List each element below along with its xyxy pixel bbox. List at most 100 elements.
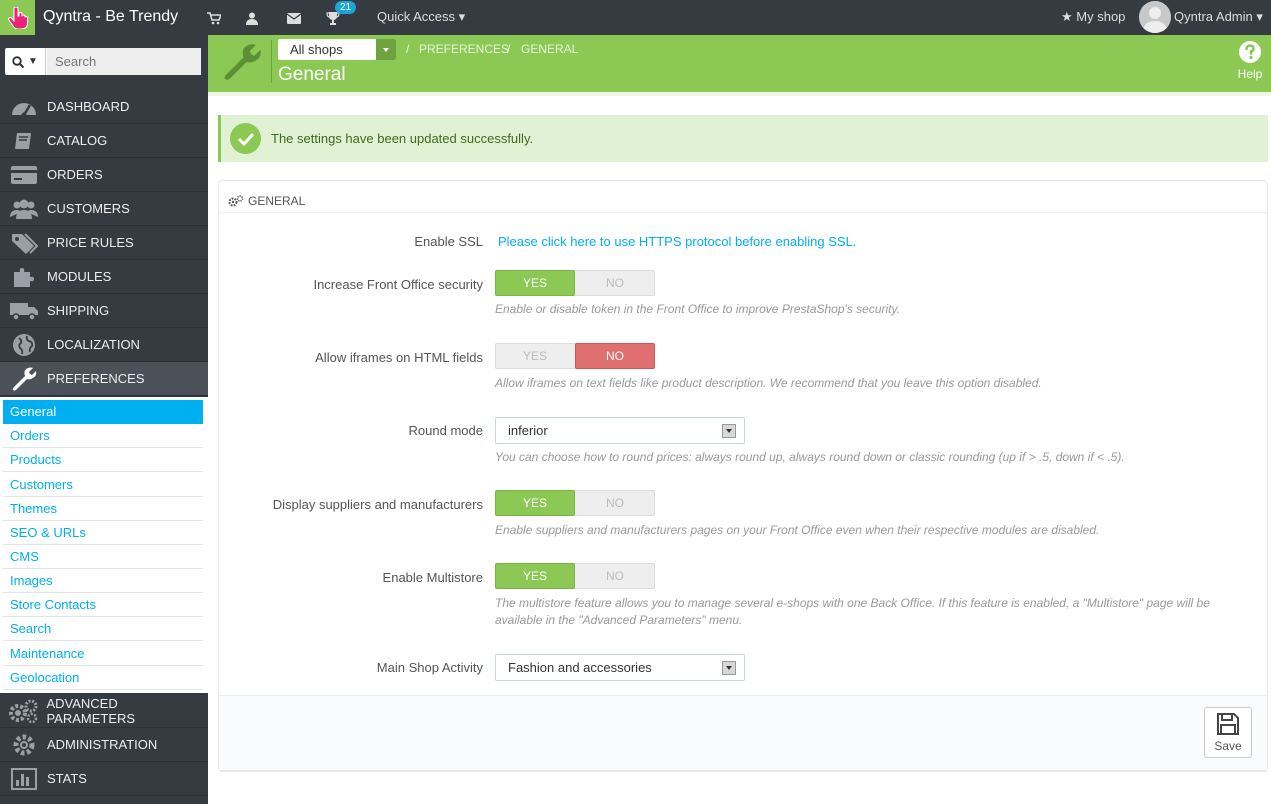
allow-iframes-label: Allow iframes on HTML fields	[315, 350, 483, 365]
round-mode-label: Round mode	[408, 423, 483, 438]
wrench-icon	[0, 362, 47, 396]
my-shop-link[interactable]: ★ My shop	[1061, 9, 1125, 25]
sidebar-item-administration[interactable]: Administration	[0, 728, 208, 762]
display-suppliers-switch[interactable]: YES NO	[495, 490, 655, 516]
submenu-orders[interactable]: Orders	[3, 424, 203, 448]
cogs-icon	[0, 694, 46, 728]
panel-footer: Save	[219, 695, 1267, 770]
submenu-products[interactable]: Products	[3, 448, 203, 472]
globe-icon	[0, 328, 47, 362]
cog-icon	[0, 728, 47, 762]
caret-down-icon: ▾	[458, 9, 466, 24]
tags-icon	[0, 226, 47, 260]
user-icon[interactable]	[244, 10, 260, 26]
sidebar-item-orders[interactable]: Orders	[0, 158, 208, 192]
caret-down-icon: ▼	[28, 56, 38, 67]
main-shop-activity-label: Main Shop Activity	[376, 660, 483, 675]
sidebar-item-dashboard[interactable]: Dashboard	[0, 90, 208, 124]
avatar[interactable]	[1139, 1, 1171, 33]
dashboard-icon	[0, 90, 47, 124]
cart-icon[interactable]	[206, 10, 222, 26]
main-shop-activity-select[interactable]: Fashion and accessories	[495, 654, 745, 681]
submenu-maintenance[interactable]: Maintenance	[3, 642, 203, 666]
submenu-seo-urls[interactable]: SEO & URLs	[3, 521, 203, 545]
sidebar-item-stats[interactable]: Stats	[0, 762, 208, 796]
check-circle-icon	[230, 123, 261, 154]
caret-down-icon	[722, 424, 736, 438]
shop-brand-title[interactable]: Qyntra - Be Trendy	[43, 8, 178, 26]
bar-chart-icon	[0, 762, 47, 796]
truck-icon	[0, 294, 47, 328]
caret-down-icon	[376, 39, 396, 60]
submenu-geolocation[interactable]: Geolocation	[3, 666, 203, 690]
cogs-icon	[228, 195, 244, 207]
submenu-themes[interactable]: Themes	[3, 497, 203, 521]
enable-ssl-label: Enable SSL	[414, 234, 483, 249]
credit-card-icon	[0, 158, 47, 192]
submenu-images[interactable]: Images	[3, 569, 203, 593]
sidebar-item-price-rules[interactable]: Price Rules	[0, 226, 208, 260]
header-divider	[271, 40, 272, 83]
enable-multistore-label: Enable Multistore	[382, 570, 483, 585]
notification-badge[interactable]: 21	[335, 1, 357, 14]
display-suppliers-label: Display suppliers and manufacturers	[272, 497, 483, 512]
enable-multistore-switch[interactable]: YES NO	[495, 563, 655, 589]
front-office-security-yes[interactable]: YES	[495, 270, 575, 296]
panel-heading: General	[219, 181, 1267, 213]
display-suppliers-yes[interactable]: YES	[495, 490, 575, 516]
allow-iframes-help: Allow iframes on text fields like produc…	[495, 376, 1042, 390]
enable-multistore-no[interactable]: NO	[575, 563, 655, 589]
allow-iframes-yes[interactable]: YES	[495, 343, 575, 369]
envelope-icon[interactable]	[286, 10, 302, 26]
sidebar-item-catalog[interactable]: Catalog	[0, 124, 208, 158]
front-office-security-label: Increase Front Office security	[313, 277, 483, 292]
star-icon: ★	[1061, 9, 1073, 24]
submenu-store-contacts[interactable]: Store Contacts	[3, 593, 203, 617]
submenu-general[interactable]: General	[3, 400, 203, 424]
breadcrumb-preferences[interactable]: Preferences	[419, 42, 509, 56]
allow-iframes-no[interactable]: NO	[575, 343, 655, 369]
submenu-customers[interactable]: Customers	[3, 473, 203, 497]
floppy-disk-icon	[1217, 713, 1239, 735]
caret-down-icon: ▾	[1256, 9, 1263, 24]
breadcrumb-separator: /	[507, 42, 511, 56]
sidebar-item-customers[interactable]: Customers	[0, 192, 208, 226]
caret-down-icon	[722, 661, 736, 675]
round-mode-help: You can choose how to round prices: alwa…	[495, 450, 1125, 464]
admin-user-menu[interactable]: Qyntra Admin ▾	[1174, 9, 1263, 25]
logo-hand-icon[interactable]	[0, 0, 35, 35]
search-input[interactable]	[47, 48, 201, 75]
search-type-button[interactable]: ▼	[5, 48, 46, 75]
submenu-cms[interactable]: CMS	[3, 545, 203, 569]
alert-message: The settings have been updated successfu…	[271, 131, 534, 146]
question-circle-icon	[1239, 41, 1261, 63]
help-button[interactable]: Help	[1235, 40, 1265, 81]
header-underline	[208, 87, 1271, 96]
front-office-security-switch[interactable]: YES NO	[495, 270, 655, 296]
display-suppliers-no[interactable]: NO	[575, 490, 655, 516]
page-title: General	[278, 64, 346, 85]
save-button[interactable]: Save	[1204, 707, 1252, 758]
submenu-search[interactable]: Search	[3, 617, 203, 641]
enable-multistore-help: The multistore feature allows you to man…	[495, 596, 1210, 627]
sidebar-item-localization[interactable]: Localization	[0, 328, 208, 362]
search-icon	[12, 55, 25, 68]
general-settings-panel: General Enable SSL Please click here to …	[218, 180, 1268, 770]
https-protocol-link[interactable]: Please click here to use HTTPS protocol …	[498, 234, 856, 249]
sidebar-item-advanced-parameters[interactable]: Advanced Parameters	[0, 694, 208, 728]
front-office-security-no[interactable]: NO	[575, 270, 655, 296]
quick-access-menu[interactable]: Quick Access ▾	[377, 9, 465, 25]
breadcrumb-general[interactable]: General	[521, 42, 578, 56]
enable-multistore-yes[interactable]: YES	[495, 563, 575, 589]
sidebar: ▼ Dashboard Catalog Orders Customers Pri…	[0, 35, 208, 804]
book-icon	[0, 124, 47, 158]
sidebar-item-modules[interactable]: Modules	[0, 260, 208, 294]
breadcrumb-separator: /	[406, 42, 410, 56]
success-alert: The settings have been updated successfu…	[218, 115, 1268, 162]
shop-select[interactable]: All shops	[278, 39, 396, 60]
display-suppliers-help: Enable suppliers and manufacturers pages…	[495, 523, 1100, 537]
sidebar-item-preferences[interactable]: Preferences	[0, 362, 208, 396]
sidebar-item-shipping[interactable]: Shipping	[0, 294, 208, 328]
allow-iframes-switch[interactable]: YES NO	[495, 343, 655, 369]
round-mode-select[interactable]: inferior	[495, 417, 745, 444]
